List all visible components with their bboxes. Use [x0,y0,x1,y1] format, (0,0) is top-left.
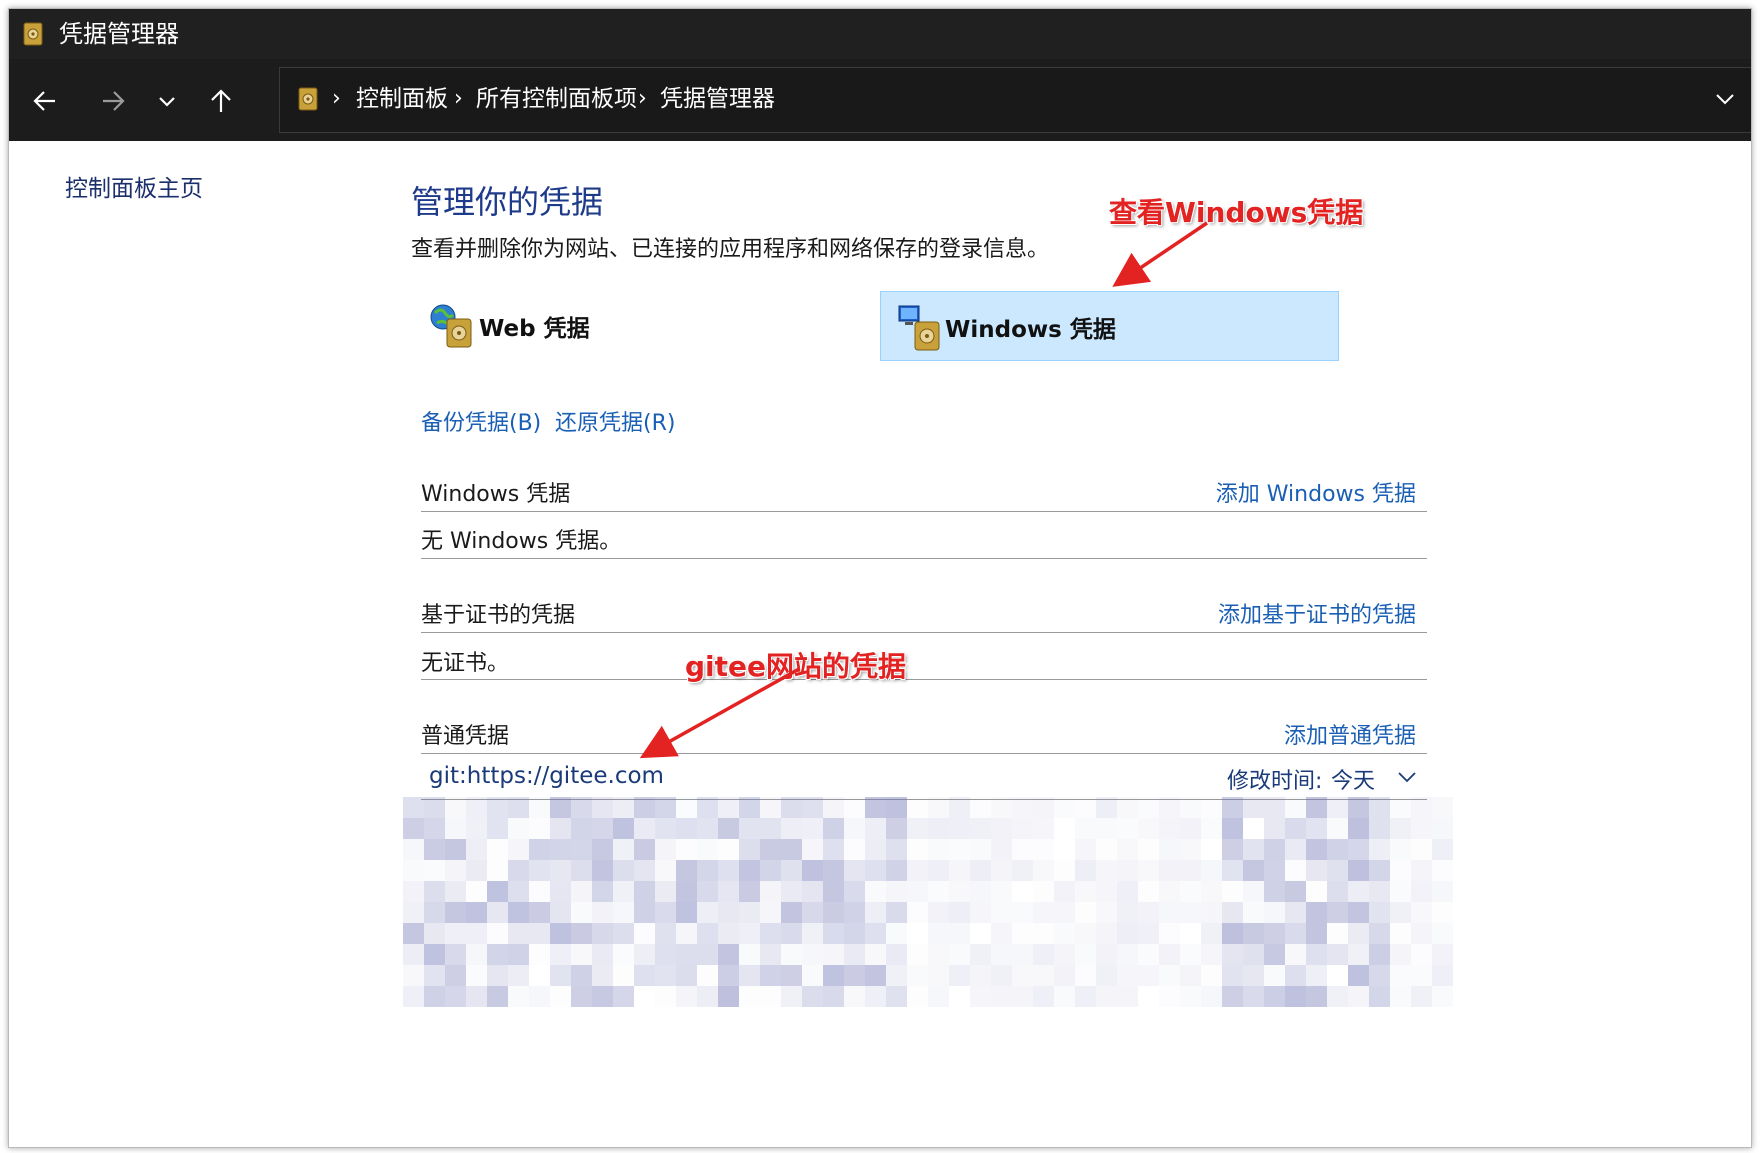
annotation-arrows [639,221,1208,759]
arrow-to-gitee-credential [639,667,800,759]
credential-manager-window: 凭据管理器 › 控制面板 › 所有控制面板项 › 凭据管理器 控制面板主页 管理… [8,8,1752,1148]
arrow-to-windows-credentials [1112,221,1208,287]
